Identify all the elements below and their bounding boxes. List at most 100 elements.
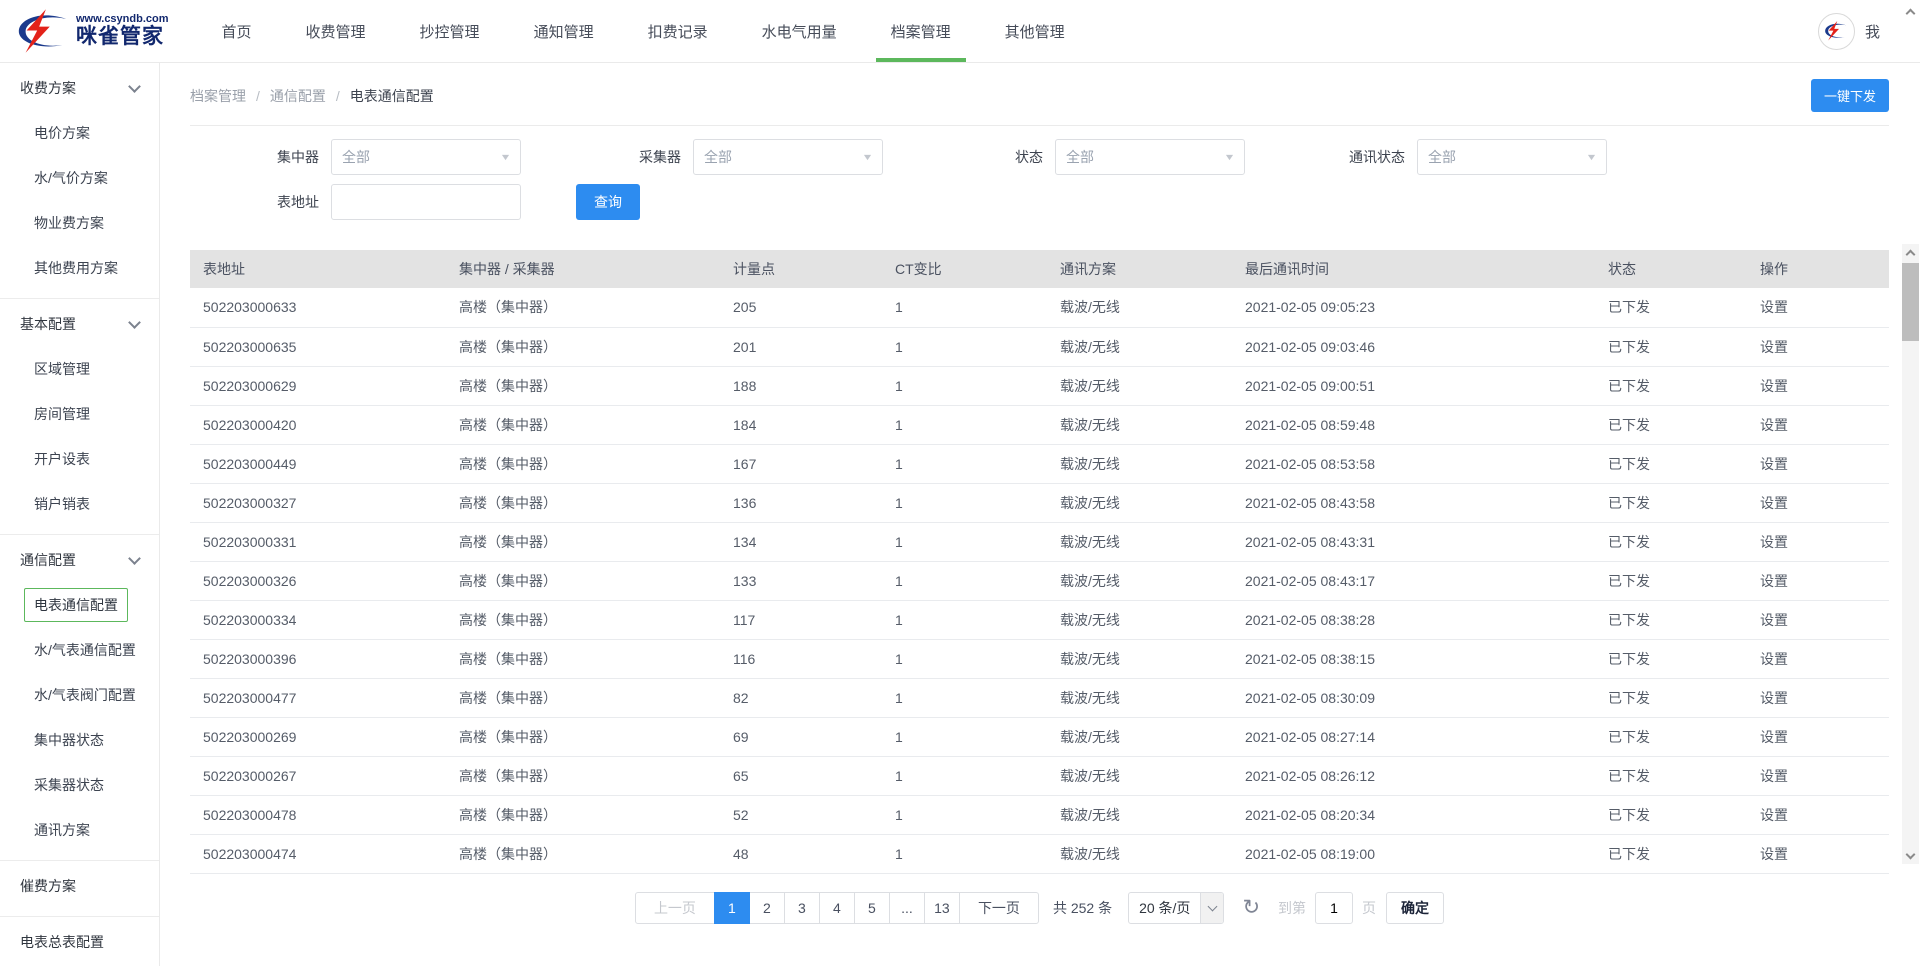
cell-point: 69: [732, 717, 894, 756]
table-scrollbar[interactable]: [1902, 244, 1919, 864]
scrollbar-thumb[interactable]: [1902, 263, 1919, 341]
cell-address: 502203000267: [190, 756, 458, 795]
cell-concentrator: 高楼（集中器）: [458, 327, 732, 366]
table-row: 502203000269高楼（集中器）691载波/无线2021-02-05 08…: [190, 717, 1889, 756]
cell-action[interactable]: 设置: [1759, 600, 1889, 639]
confirm-button[interactable]: 确定: [1386, 892, 1444, 924]
pagination-page[interactable]: 13: [924, 892, 960, 924]
pagination-next[interactable]: 下一页: [959, 892, 1039, 924]
cell-address: 502203000477: [190, 678, 458, 717]
pagination: 上一页12345...13下一页 共 252 条 20 条/页 ↻ 到第 页 确…: [190, 892, 1889, 924]
cell-last_time: 2021-02-05 08:19:00: [1244, 834, 1607, 873]
cell-action[interactable]: 设置: [1759, 327, 1889, 366]
nav-tab-item[interactable]: 水电气用量: [735, 0, 864, 62]
cell-action[interactable]: 设置: [1759, 639, 1889, 678]
sidebar-item-label: 电价方案: [34, 123, 90, 143]
cell-ct: 1: [894, 483, 1059, 522]
cell-action[interactable]: 设置: [1759, 483, 1889, 522]
cell-action[interactable]: 设置: [1759, 522, 1889, 561]
cell-scheme: 载波/无线: [1059, 795, 1244, 834]
sidebar-item[interactable]: 销户销表: [0, 481, 159, 526]
meter-address-input[interactable]: [331, 184, 521, 220]
cell-point: 201: [732, 327, 894, 366]
cell-action[interactable]: 设置: [1759, 561, 1889, 600]
breadcrumb-item[interactable]: 档案管理: [190, 86, 246, 106]
goto-page-input[interactable]: [1315, 892, 1353, 924]
search-button[interactable]: 查询: [576, 184, 640, 220]
sidebar-group-header[interactable]: 催费方案: [0, 864, 159, 908]
cell-action[interactable]: 设置: [1759, 834, 1889, 873]
filter-panel: 集中器 全部 ▼ 采集器 全部 ▼ 状态 全部 ▼: [190, 139, 1889, 220]
cell-address: 502203000326: [190, 561, 458, 600]
cell-ct: 1: [894, 600, 1059, 639]
nav-tab-item[interactable]: 其他管理: [978, 0, 1092, 62]
collector-select[interactable]: 全部 ▼: [693, 139, 883, 175]
pagination-page[interactable]: 1: [714, 892, 750, 924]
sidebar-item[interactable]: 水/气价方案: [0, 155, 159, 200]
cell-action[interactable]: 设置: [1759, 795, 1889, 834]
sidebar-group-header[interactable]: 电表总表配置: [0, 920, 159, 964]
nav-tab-item[interactable]: 通知管理: [507, 0, 621, 62]
user-menu[interactable]: 我: [1865, 21, 1880, 42]
cell-point: 167: [732, 444, 894, 483]
sidebar-item[interactable]: 房间管理: [0, 391, 159, 436]
nav-tab-item[interactable]: 首页: [195, 0, 279, 62]
sidebar-group-header[interactable]: 收费方案: [0, 66, 159, 110]
sidebar-item[interactable]: 电表通信配置: [0, 582, 159, 627]
sidebar-item[interactable]: 物业费方案: [0, 200, 159, 245]
sidebar-item[interactable]: 水/气表通信配置: [0, 627, 159, 672]
cell-status: 已下发: [1607, 717, 1759, 756]
cell-action[interactable]: 设置: [1759, 678, 1889, 717]
sidebar-item[interactable]: 采集器状态: [0, 762, 159, 807]
cell-action[interactable]: 设置: [1759, 717, 1889, 756]
nav-tab-item[interactable]: 抄控管理: [393, 0, 507, 62]
cell-action[interactable]: 设置: [1759, 756, 1889, 795]
cell-action[interactable]: 设置: [1759, 405, 1889, 444]
cell-action[interactable]: 设置: [1759, 288, 1889, 327]
pagination-ellipsis[interactable]: ...: [889, 892, 925, 924]
page-size-select[interactable]: 20 条/页: [1128, 892, 1224, 924]
breadcrumb-item[interactable]: 通信配置: [270, 86, 326, 106]
nav-tab-item[interactable]: 收费管理: [279, 0, 393, 62]
nav-tab-item[interactable]: 扣费记录: [621, 0, 735, 62]
sidebar-item-label: 区域管理: [34, 359, 90, 379]
pagination-page[interactable]: 4: [819, 892, 855, 924]
sidebar-group-header[interactable]: 基本配置: [0, 302, 159, 346]
concentrator-select[interactable]: 全部 ▼: [331, 139, 521, 175]
cell-point: 136: [732, 483, 894, 522]
refresh-icon[interactable]: ↻: [1242, 897, 1260, 918]
pagination-prev[interactable]: 上一页: [635, 892, 715, 924]
nav-tab-active[interactable]: 档案管理: [864, 0, 978, 62]
page-scroll-up-button[interactable]: [1903, 5, 1918, 19]
status-select[interactable]: 全部 ▼: [1055, 139, 1245, 175]
cell-action[interactable]: 设置: [1759, 366, 1889, 405]
sidebar-group-label: 通信配置: [20, 550, 76, 570]
avatar[interactable]: [1818, 13, 1855, 50]
dispatch-all-button[interactable]: 一键下发: [1811, 79, 1889, 112]
sidebar-item[interactable]: 集中器状态: [0, 717, 159, 762]
page-size-dropdown-button[interactable]: [1200, 893, 1223, 923]
cell-last_time: 2021-02-05 08:38:28: [1244, 600, 1607, 639]
cell-action[interactable]: 设置: [1759, 444, 1889, 483]
sidebar-item[interactable]: 区域管理: [0, 346, 159, 391]
chevron-up-icon: [1906, 249, 1916, 259]
sidebar-item[interactable]: 水/气表阀门配置: [0, 672, 159, 717]
sidebar-item[interactable]: 开户设表: [0, 436, 159, 481]
comm-status-select[interactable]: 全部 ▼: [1417, 139, 1607, 175]
breadcrumb-separator: /: [256, 88, 260, 104]
sidebar-item[interactable]: 通讯方案: [0, 807, 159, 852]
table-header-row: 表地址集中器 / 采集器计量点CT变比通讯方案最后通讯时间状态操作: [190, 250, 1889, 288]
cell-status: 已下发: [1607, 678, 1759, 717]
scroll-up-button[interactable]: [1902, 244, 1919, 261]
pagination-page[interactable]: 3: [784, 892, 820, 924]
sidebar-group-header[interactable]: 通信配置: [0, 538, 159, 582]
scroll-down-button[interactable]: [1902, 847, 1919, 864]
concentrator-label: 集中器: [190, 147, 319, 167]
pagination-page[interactable]: 5: [854, 892, 890, 924]
sidebar-section: 收费方案电价方案水/气价方案物业费方案其他费用方案: [0, 63, 159, 299]
cell-ct: 1: [894, 639, 1059, 678]
sidebar-item[interactable]: 电价方案: [0, 110, 159, 155]
cell-last_time: 2021-02-05 08:27:14: [1244, 717, 1607, 756]
sidebar-item[interactable]: 其他费用方案: [0, 245, 159, 290]
pagination-page[interactable]: 2: [749, 892, 785, 924]
